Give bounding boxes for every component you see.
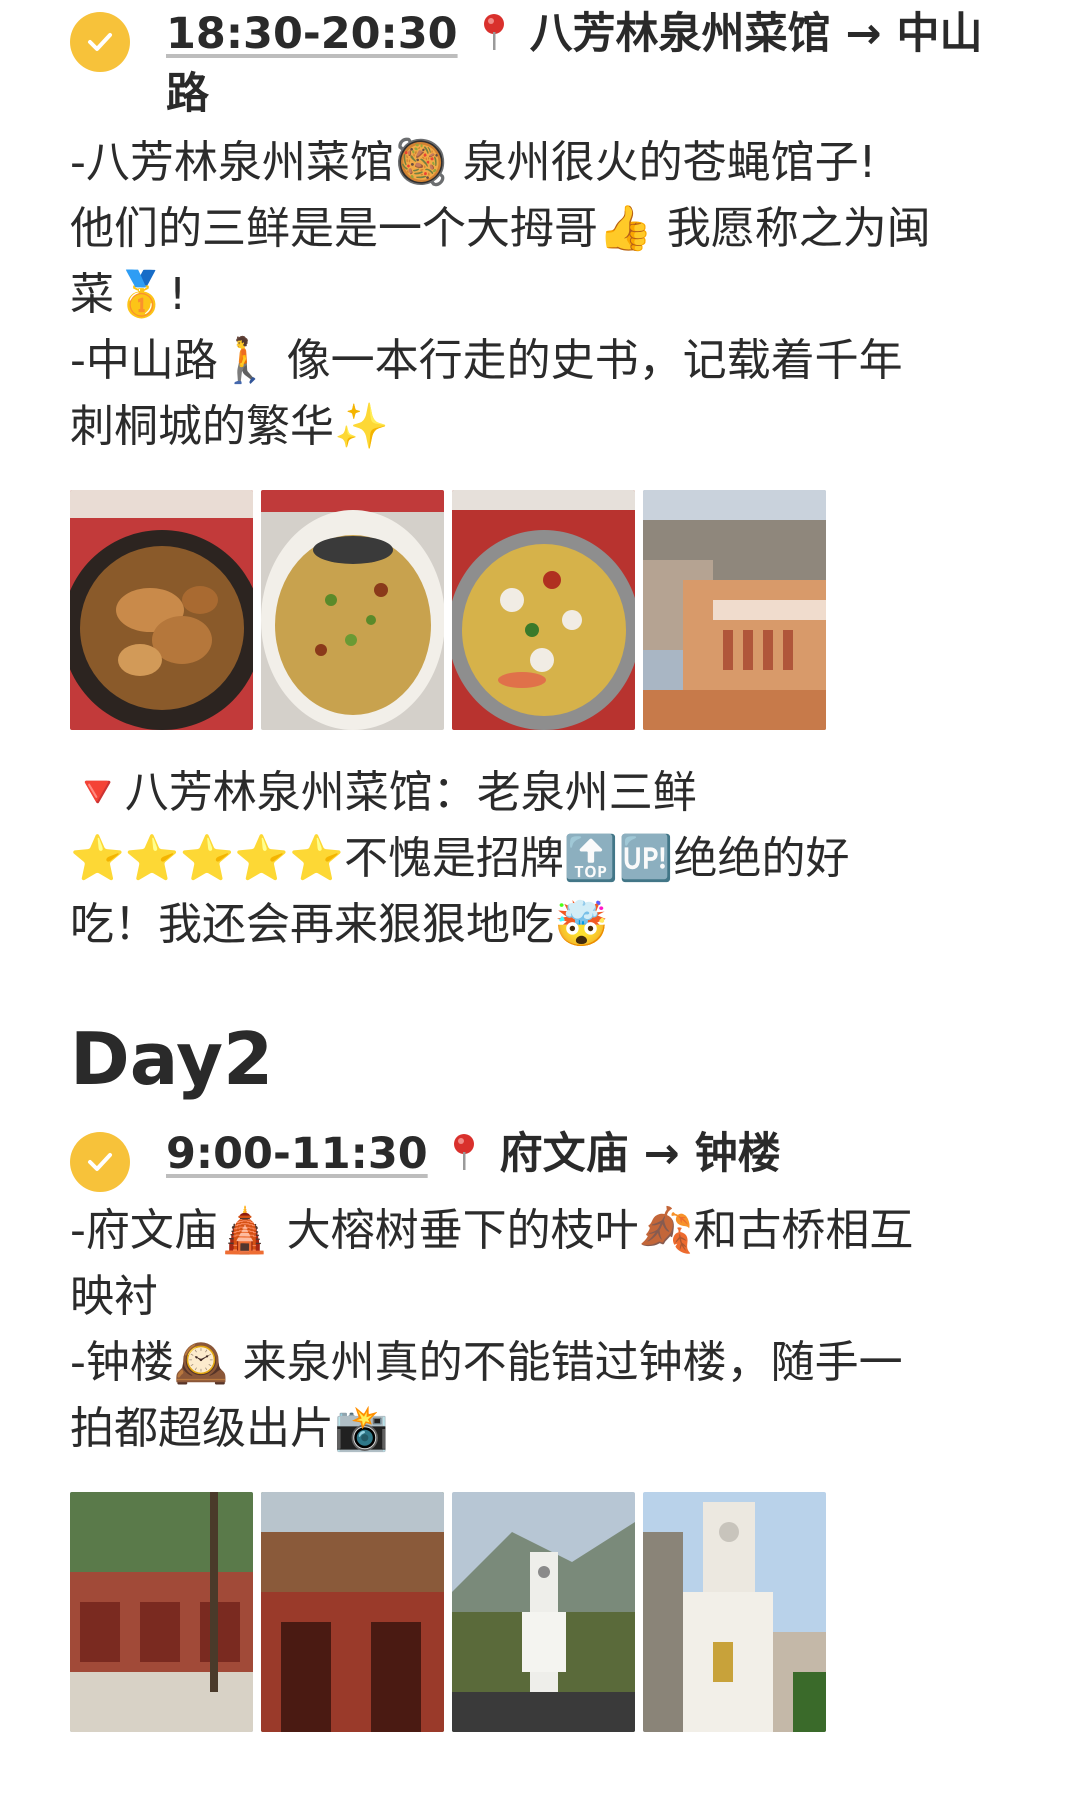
map-pin-icon	[449, 1128, 479, 1170]
description-line: 拍都超级出片📸	[70, 1403, 389, 1454]
time-range: 9:00-11:30	[166, 1129, 428, 1179]
description-line: 映衬	[70, 1271, 158, 1322]
photo-clock-tower-mountain[interactable]	[452, 1492, 635, 1732]
description-line: 他们的三鲜是是一个大拇哥👍 我愿称之为闽	[70, 203, 931, 254]
time-range: 18:30-20:30	[166, 9, 458, 59]
page: 18:30-20:30 八芳林泉州菜馆 → 中山 路 -八芳林泉州菜馆🥘 泉州很…	[0, 0, 1080, 1819]
description-line: 刺桐城的繁华✨	[70, 401, 389, 452]
photo-row-1	[70, 490, 1020, 730]
day-heading: Day2	[70, 1017, 274, 1101]
review-text-line: 吃！我还会再来狠狠地吃🤯	[70, 899, 609, 950]
section-title: 9:00-11:30 府文庙 → 钟楼	[166, 1124, 781, 1184]
description-line: -八芳林泉州菜馆🥘 泉州很火的苍蝇馆子!	[70, 137, 877, 188]
route-text-line2: 路	[166, 69, 209, 119]
route-text: 府文庙 → 钟楼	[499, 1129, 781, 1179]
photo-noodle-soup[interactable]	[261, 490, 444, 730]
photo-zhongshan-road[interactable]	[643, 490, 826, 730]
description: -府文庙🛕 大榕树垂下的枝叶🍂和古桥相互 映衬 -钟楼🕰️ 来泉州真的不能错过钟…	[70, 1198, 1020, 1462]
photo-braised-duck[interactable]	[70, 490, 253, 730]
section-header: 9:00-11:30 府文庙 → 钟楼	[70, 1124, 1020, 1192]
itinerary-section-2: 9:00-11:30 府文庙 → 钟楼 -府文庙🛕 大榕树垂下的枝叶🍂和古桥相互…	[70, 1124, 1020, 1732]
photo-clock-tower[interactable]	[643, 1492, 826, 1732]
photo-row-2	[70, 1492, 1020, 1732]
star-rating-icon: ⭐⭐⭐⭐⭐	[70, 833, 344, 884]
description-line: 菜🥇!	[70, 269, 187, 320]
description-line: -钟楼🕰️ 来泉州真的不能错过钟楼，随手一	[70, 1337, 903, 1388]
description-line: -中山路🚶 像一本行走的史书，记载着千年	[70, 335, 903, 386]
section-title: 18:30-20:30 八芳林泉州菜馆 → 中山 路	[166, 4, 983, 124]
photo-seafood-pot[interactable]	[452, 490, 635, 730]
review-text: 不愧是招牌🔝🆙绝绝的好	[343, 833, 850, 884]
photo-temple-gate[interactable]	[261, 1492, 444, 1732]
description-line: -府文庙🛕 大榕树垂下的枝叶🍂和古桥相互	[70, 1205, 914, 1256]
itinerary-section-1: 18:30-20:30 八芳林泉州菜馆 → 中山 路 -八芳林泉州菜馆🥘 泉州很…	[70, 0, 1020, 958]
route-text: 八芳林泉州菜馆 → 中山	[529, 9, 983, 59]
check-circle-icon	[70, 12, 130, 72]
map-pin-icon	[479, 8, 509, 50]
description: -八芳林泉州菜馆🥘 泉州很火的苍蝇馆子! 他们的三鲜是是一个大拇哥👍 我愿称之为…	[70, 130, 1020, 460]
section-header: 18:30-20:30 八芳林泉州菜馆 → 中山 路	[70, 4, 1020, 124]
review-title: 🔻八芳林泉州菜馆：老泉州三鲜	[70, 767, 697, 818]
check-circle-icon	[70, 1132, 130, 1192]
photo-confucius-temple-tree[interactable]	[70, 1492, 253, 1732]
review-rating-line: ⭐⭐⭐⭐⭐不愧是招牌🔝🆙绝绝的好	[70, 826, 1020, 892]
review-block: 🔻八芳林泉州菜馆：老泉州三鲜 ⭐⭐⭐⭐⭐不愧是招牌🔝🆙绝绝的好 吃！我还会再来狠…	[70, 760, 1020, 958]
